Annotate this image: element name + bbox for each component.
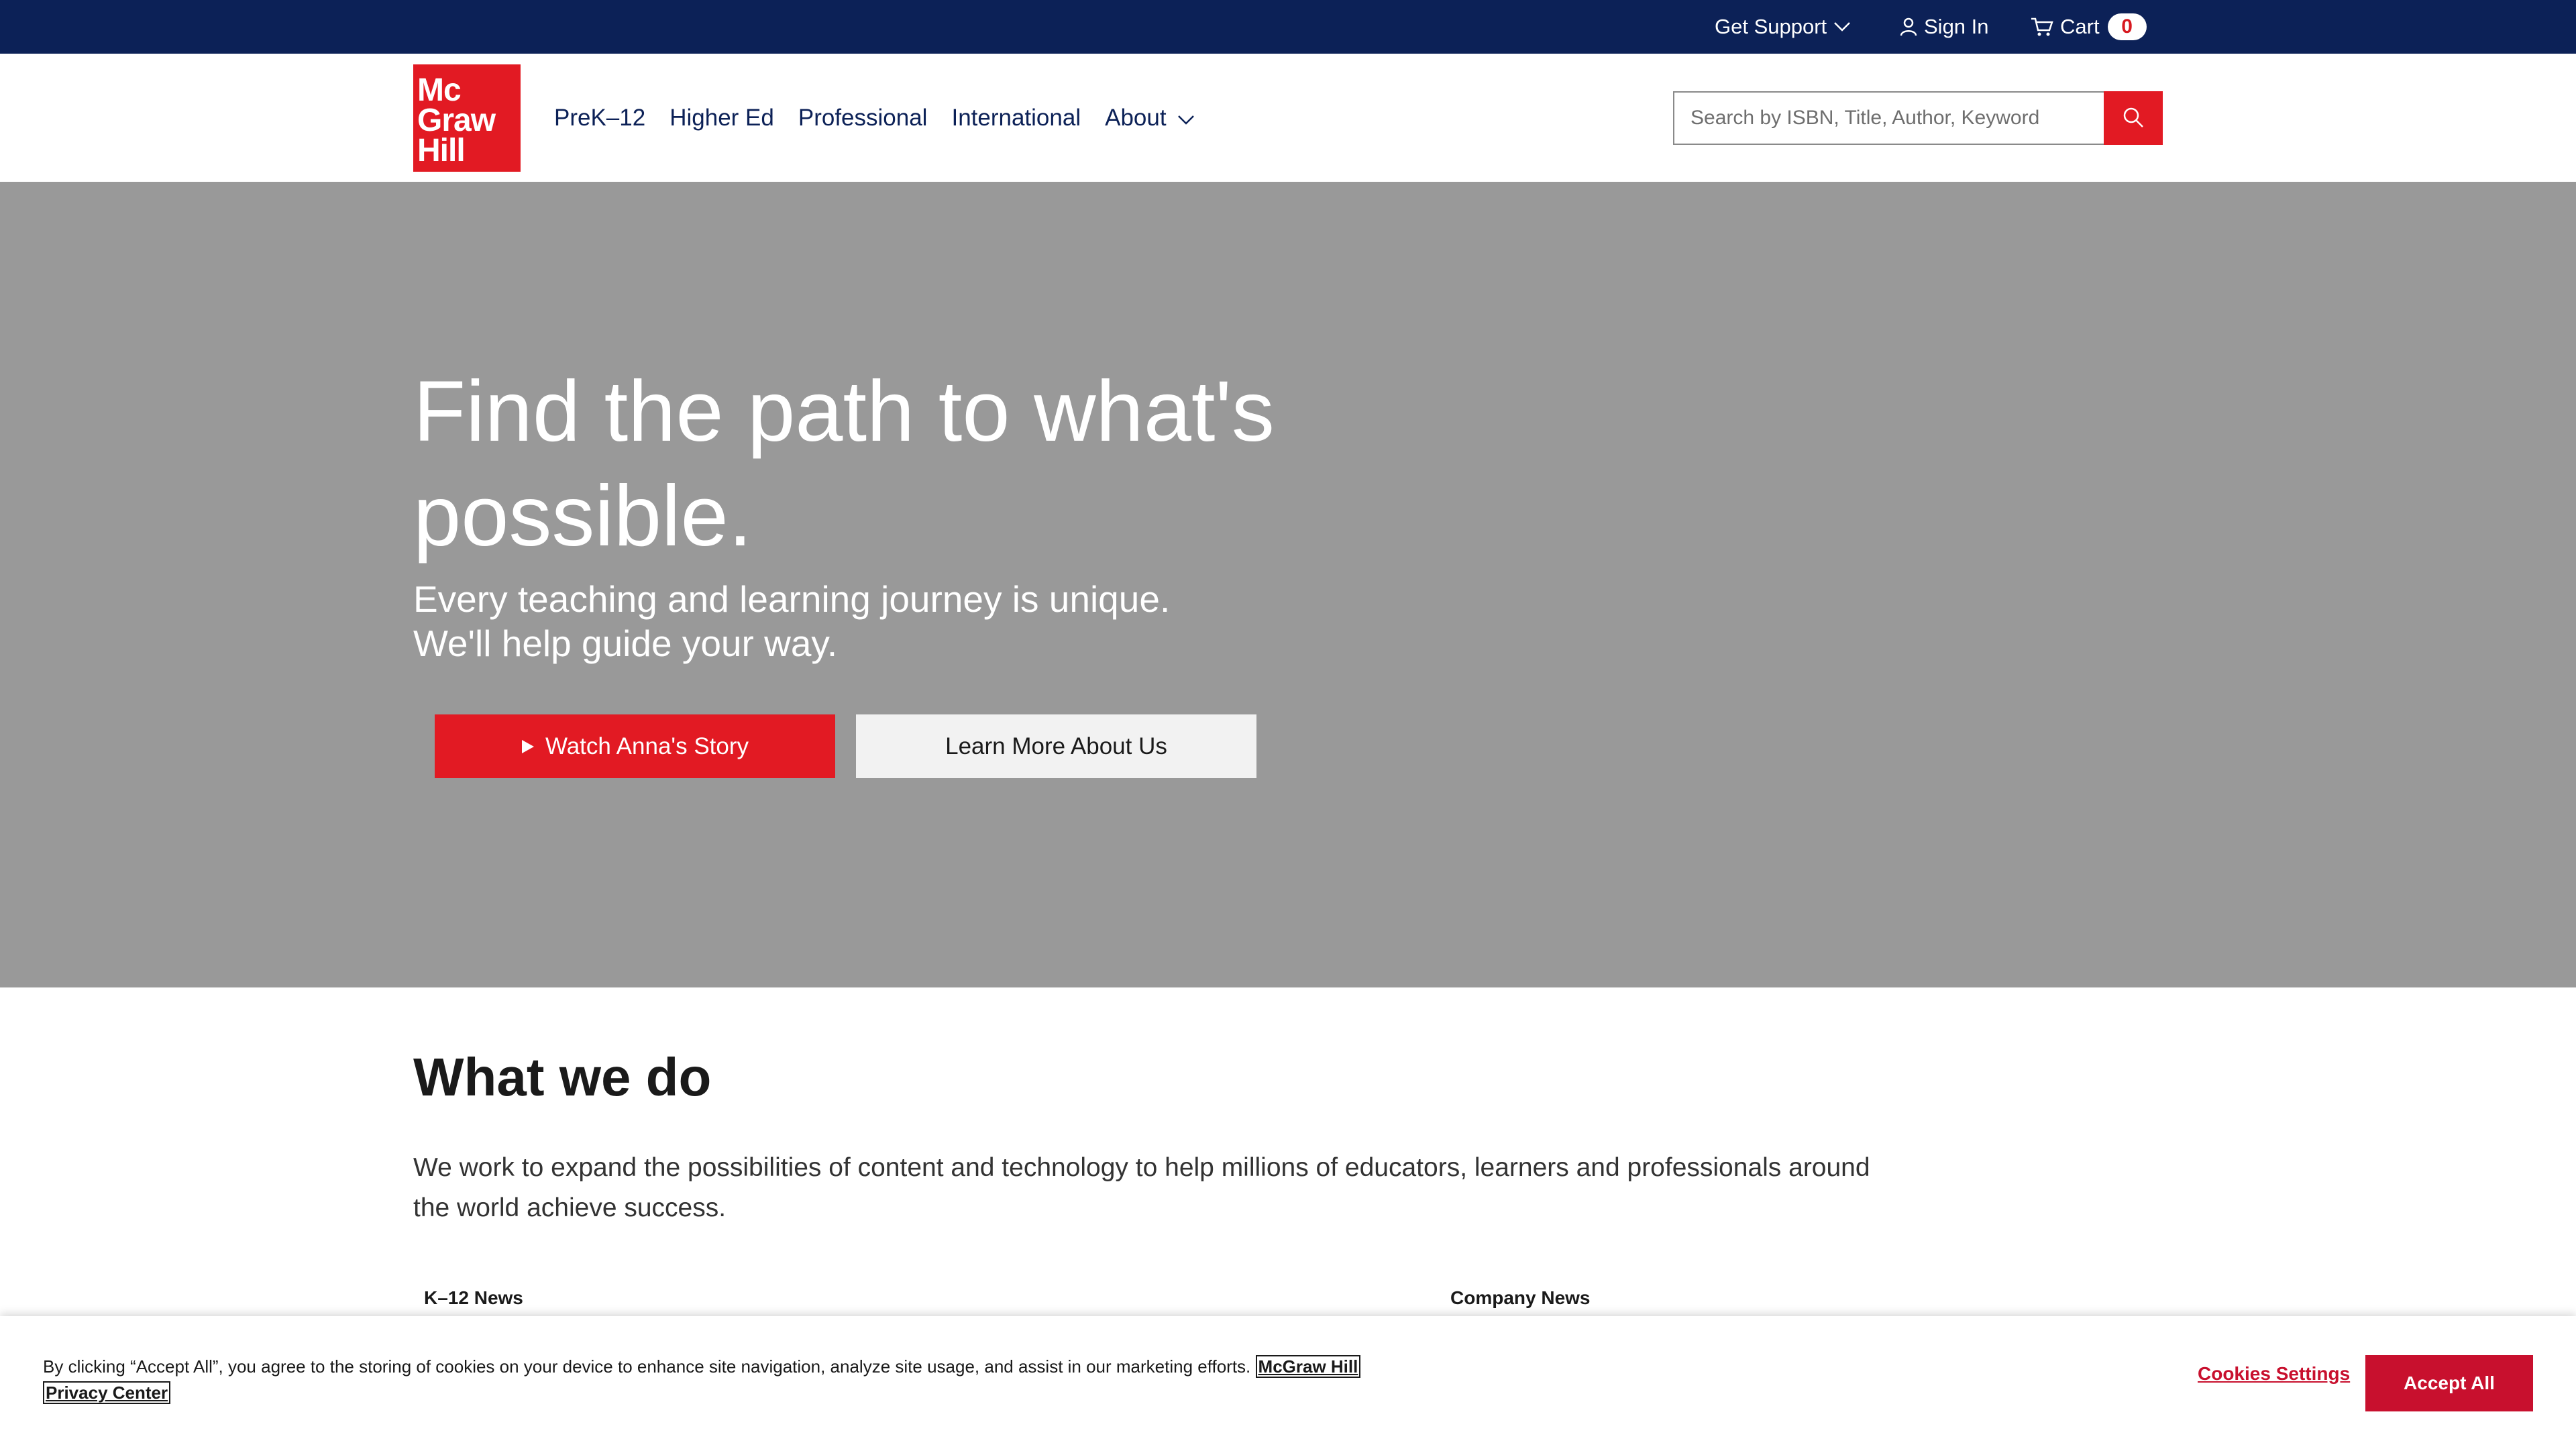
what-we-do-text: We work to expand the possibilities of c… <box>413 1153 1870 1222</box>
get-support-menu[interactable]: Get Support <box>1715 0 1851 54</box>
privacy-center-link[interactable]: Privacy Center <box>43 1381 171 1404</box>
logo-line: Mc <box>417 72 462 108</box>
hero-subtitle-line: We'll help guide your way. <box>413 623 838 664</box>
play-icon <box>521 733 535 760</box>
watch-story-button[interactable]: Watch Anna's Story <box>435 714 835 778</box>
utility-bar: Get Support Sign In Cart 0 <box>0 0 2576 54</box>
hero-subtitle: Every teaching and learning journey is u… <box>413 577 1352 665</box>
nav-professional[interactable]: Professional <box>798 105 928 131</box>
search-icon <box>2122 106 2145 131</box>
cookies-settings-button[interactable]: Cookies Settings <box>2198 1363 2350 1385</box>
mcgraw-hill-logo[interactable]: Mc Graw Hill <box>413 64 521 172</box>
watch-story-label: Watch Anna's Story <box>545 733 749 759</box>
hero-title: Find the path to what's possible. <box>413 364 1275 564</box>
cookie-consent-text: By clicking “Accept All”, you agree to t… <box>43 1354 1438 1406</box>
sign-in-label: Sign In <box>1924 15 1989 38</box>
logo-line: Graw <box>417 103 496 138</box>
chevron-down-icon <box>1833 21 1851 32</box>
get-support-label: Get Support <box>1715 15 1827 38</box>
hero-banner: Find the path to what's possible. Every … <box>0 182 2576 987</box>
k12-news-label[interactable]: K–12 News <box>424 1287 523 1309</box>
cookie-message: By clicking “Accept All”, you agree to t… <box>43 1356 1251 1377</box>
site-header: Mc Graw Hill PreK–12 Higher Ed Professio… <box>0 54 2576 182</box>
nav-prek12[interactable]: PreK–12 <box>554 105 645 131</box>
what-we-do-title: What we do <box>413 1047 712 1107</box>
mcgraw-hill-privacy-link[interactable]: McGraw Hill <box>1255 1355 1361 1378</box>
nav-about[interactable]: About <box>1105 105 1194 131</box>
chevron-down-icon <box>1177 105 1195 131</box>
search-button[interactable] <box>2104 91 2163 145</box>
hero-subtitle-line: Every teaching and learning journey is u… <box>413 578 1171 620</box>
search-input[interactable] <box>1673 91 2105 145</box>
nav-international[interactable]: International <box>951 105 1081 131</box>
sign-in-link[interactable]: Sign In <box>1900 0 1989 54</box>
cart-label: Cart <box>2060 15 2100 38</box>
nav-higher-ed[interactable]: Higher Ed <box>669 105 774 131</box>
cookie-banner: By clicking “Accept All”, you agree to t… <box>0 1316 2576 1449</box>
logo-line: Hill <box>417 133 466 168</box>
cart-link[interactable]: Cart 0 <box>2031 0 2147 54</box>
user-icon <box>1900 17 1917 36</box>
cart-count-badge: 0 <box>2107 13 2147 40</box>
nav-about-label: About <box>1105 104 1167 131</box>
main-nav: PreK–12 Higher Ed Professional Internati… <box>554 54 1219 182</box>
cart-icon <box>2031 17 2053 37</box>
accept-all-button[interactable]: Accept All <box>2365 1355 2533 1411</box>
company-news-label[interactable]: Company News <box>1450 1287 1591 1309</box>
page-root: Get Support Sign In Cart 0 Mc Graw Hill <box>0 0 2576 1449</box>
learn-more-button[interactable]: Learn More About Us <box>856 714 1256 778</box>
